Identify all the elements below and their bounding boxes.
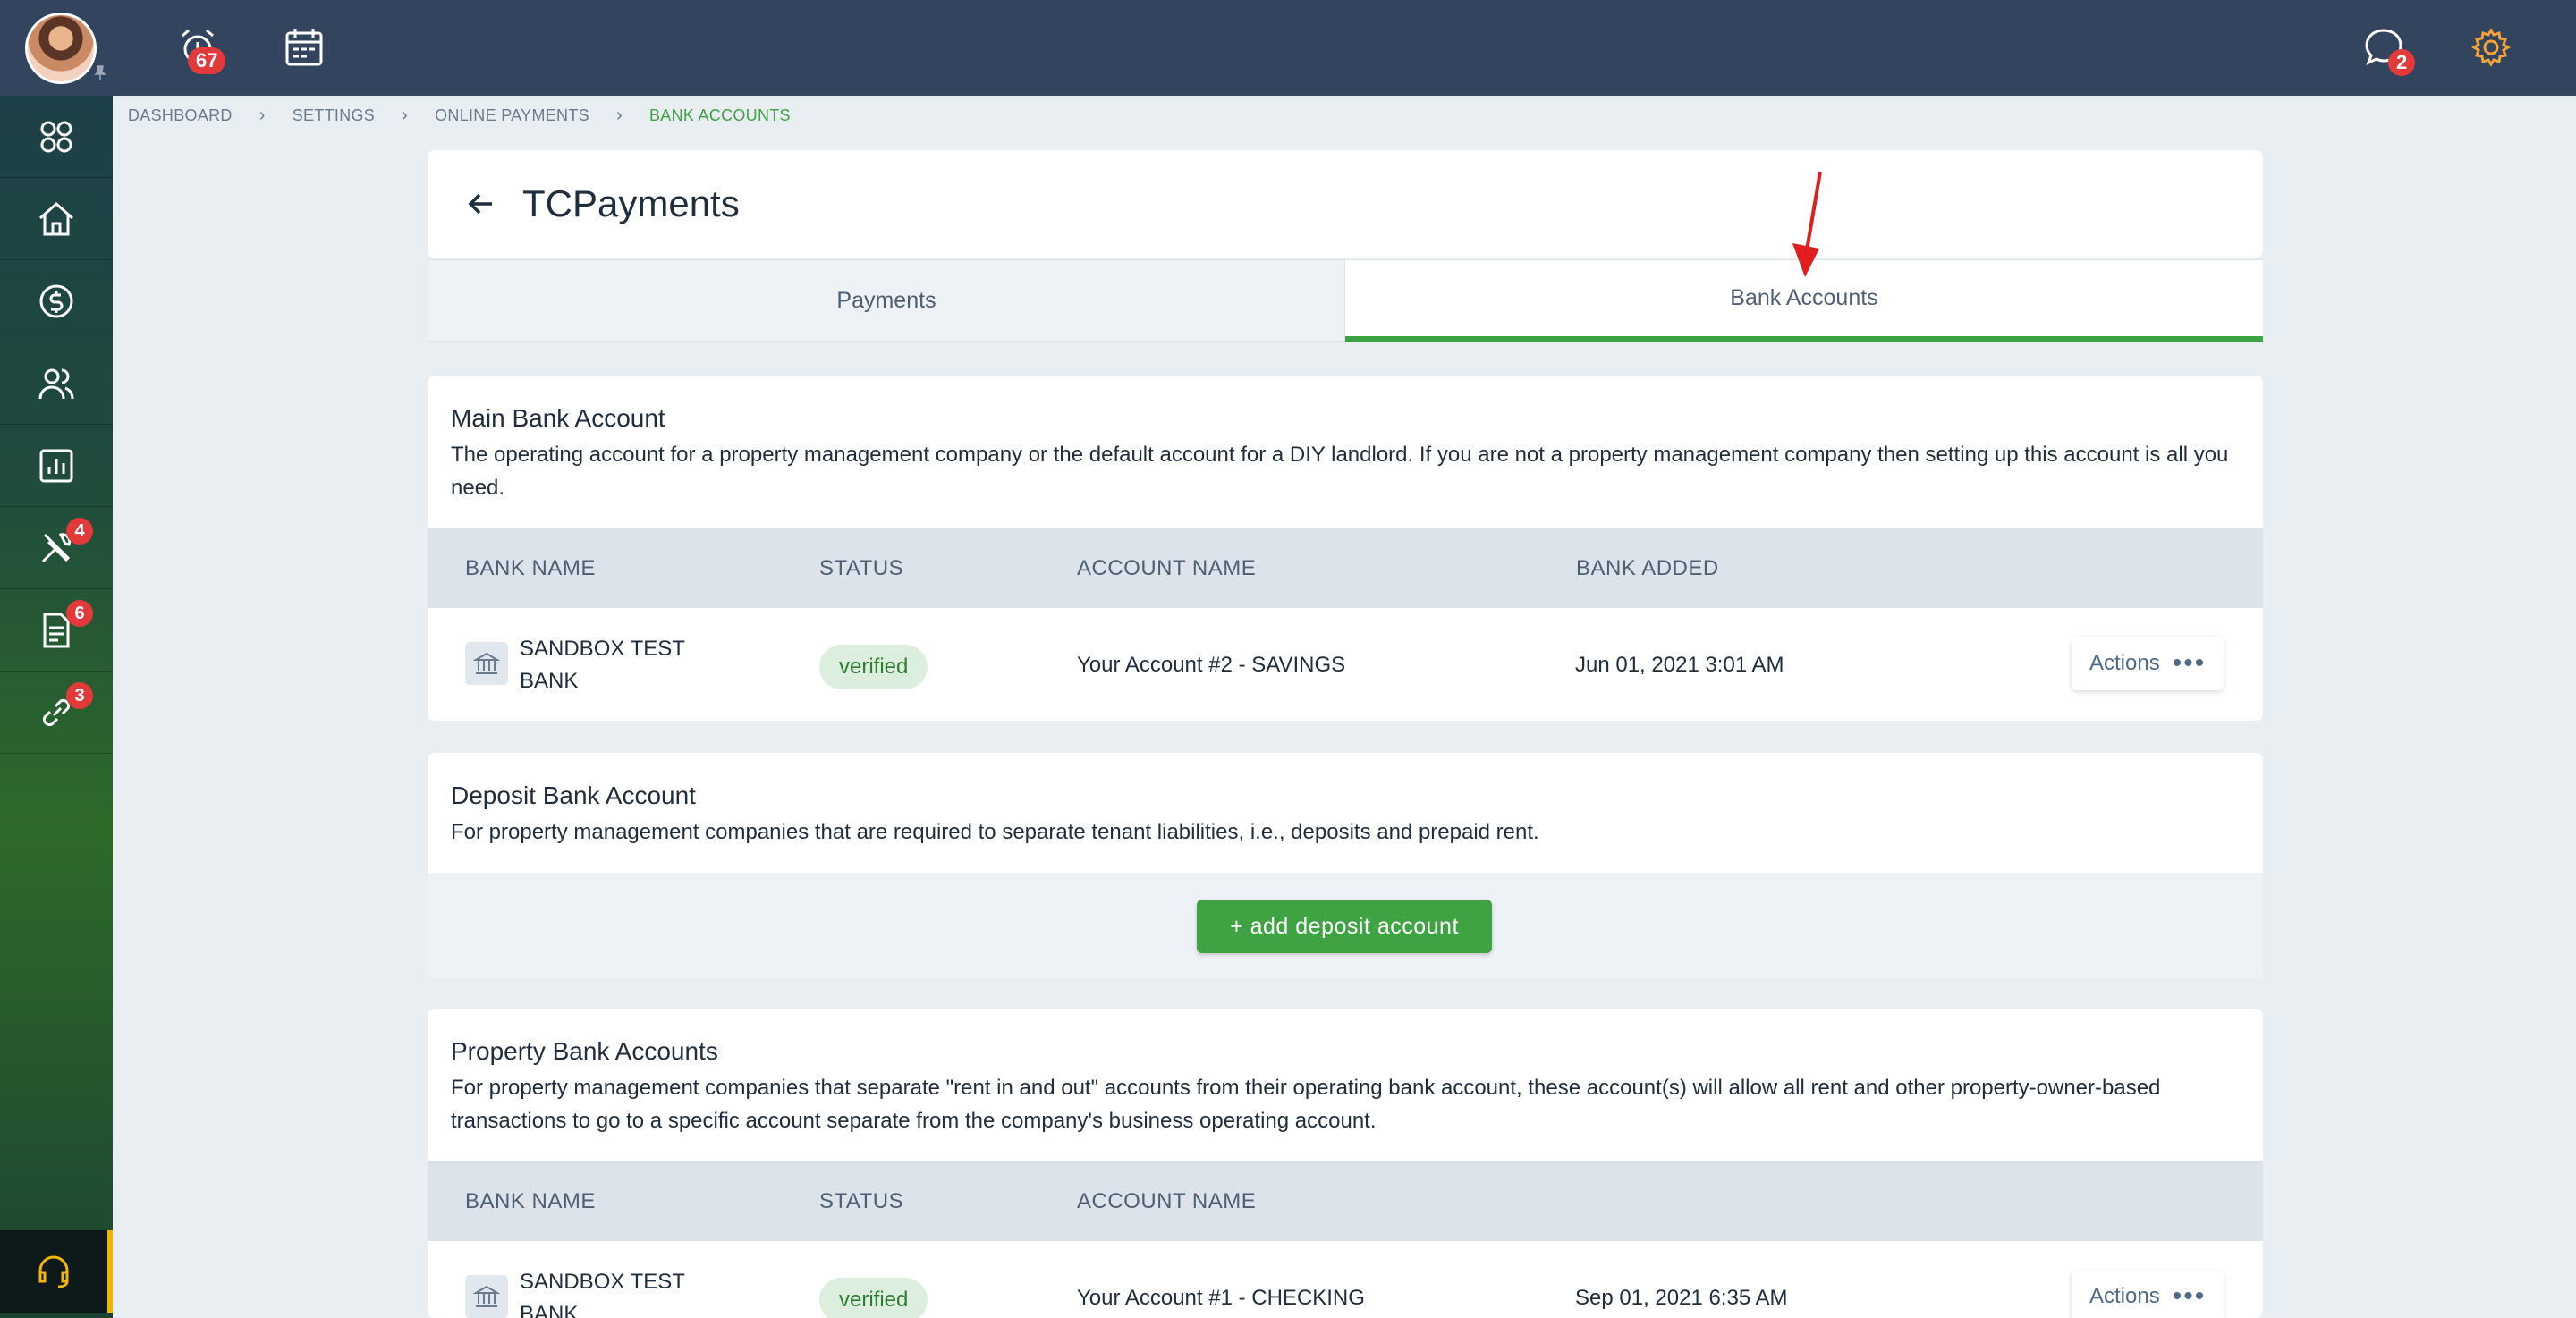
column-header[interactable]: STATUS bbox=[819, 556, 903, 581]
messages-badge: 2 bbox=[2388, 49, 2416, 76]
section-description: For property management companies that s… bbox=[451, 1076, 2161, 1133]
sidebar-item-maintenance[interactable]: 4 bbox=[0, 507, 113, 589]
table-row: SANDBOX TEST BANK verified Your Account … bbox=[428, 608, 2263, 719]
deposit-action-bar: + add deposit account bbox=[428, 873, 2263, 978]
sidebar-item-home[interactable] bbox=[0, 178, 113, 260]
alarm-icon[interactable]: 67 bbox=[175, 25, 226, 74]
breadcrumb-settings[interactable]: SETTINGS bbox=[292, 106, 375, 125]
actions-label: Actions bbox=[2089, 651, 2160, 675]
more-dots-icon: ••• bbox=[2172, 648, 2207, 678]
main-bank-account-section: Main Bank Account The operating account … bbox=[428, 376, 2263, 721]
tab-bar: Payments Bank Accounts bbox=[428, 259, 2263, 342]
headset-icon bbox=[38, 1255, 69, 1288]
section-description: For property management companies that a… bbox=[451, 820, 1539, 844]
property-bank-accounts-section: Property Bank Accounts For property mana… bbox=[428, 1009, 2263, 1318]
column-header[interactable]: BANK ADDED bbox=[1576, 556, 1719, 581]
deposit-bank-account-section: Deposit Bank Account For property manage… bbox=[428, 753, 2263, 978]
account-name: Your Account #1 - CHECKING bbox=[1077, 1286, 1365, 1310]
column-header[interactable]: BANK NAME bbox=[465, 556, 596, 581]
actions-button[interactable]: Actions ••• bbox=[2072, 637, 2224, 690]
bank-name: SANDBOX TEST BANK bbox=[520, 637, 685, 693]
annotation-arrow bbox=[1792, 171, 1822, 277]
back-arrow-icon[interactable] bbox=[463, 186, 499, 222]
gear-icon[interactable] bbox=[2469, 25, 2513, 70]
more-dots-icon: ••• bbox=[2172, 1281, 2207, 1311]
bank-added: Sep 01, 2021 6:35 AM bbox=[1575, 1286, 1788, 1310]
bank-icon bbox=[465, 1275, 508, 1318]
calendar-icon[interactable] bbox=[282, 25, 326, 70]
sidebar-item-links[interactable]: 3 bbox=[0, 672, 113, 754]
sidebar-item-documents[interactable]: 6 bbox=[0, 589, 113, 672]
sidebar-item-apps[interactable] bbox=[0, 96, 113, 178]
table-header: BANK NAME STATUS ACCOUNT NAME bbox=[428, 1161, 2263, 1241]
chevron-right-icon: › bbox=[258, 106, 266, 125]
column-header[interactable]: BANK NAME bbox=[465, 1189, 596, 1214]
breadcrumb-bank-accounts: BANK ACCOUNTS bbox=[648, 106, 791, 124]
user-avatar[interactable] bbox=[25, 13, 97, 84]
dollar-circle-icon bbox=[39, 284, 73, 317]
links-badge: 3 bbox=[66, 682, 93, 709]
table-header: BANK NAME STATUS ACCOUNT NAME BANK ADDED bbox=[428, 528, 2263, 608]
sidebar: 4 6 3 bbox=[0, 96, 113, 1318]
home-icon bbox=[39, 201, 73, 235]
breadcrumb: DASHBOARD › SETTINGS › ONLINE PAYMENTS ›… bbox=[128, 106, 791, 126]
bank-icon bbox=[465, 642, 508, 685]
account-name: Your Account #2 - SAVINGS bbox=[1077, 653, 1346, 677]
chevron-right-icon: › bbox=[402, 106, 409, 125]
alerts-badge: 67 bbox=[188, 47, 226, 74]
table-row: SANDBOX TEST BANK verified Your Account … bbox=[428, 1241, 2263, 1318]
section-title: Property Bank Accounts bbox=[451, 1037, 718, 1065]
maintenance-badge: 4 bbox=[66, 518, 93, 545]
page-title: TCPayments bbox=[522, 182, 740, 224]
people-icon bbox=[38, 368, 74, 399]
chat-icon[interactable]: 2 bbox=[2361, 25, 2416, 76]
tab-payments[interactable]: Payments bbox=[428, 259, 1345, 342]
chevron-right-icon: › bbox=[615, 106, 623, 125]
sidebar-item-people[interactable] bbox=[0, 342, 113, 425]
status-badge: verified bbox=[819, 645, 928, 689]
column-header[interactable]: ACCOUNT NAME bbox=[1077, 556, 1256, 581]
pin-icon[interactable] bbox=[91, 64, 109, 82]
sidebar-item-reports[interactable] bbox=[0, 425, 113, 507]
section-title: Main Bank Account bbox=[451, 404, 665, 432]
page-header: TCPayments bbox=[428, 150, 2263, 258]
breadcrumb-dashboard[interactable]: DASHBOARD bbox=[128, 106, 233, 125]
sidebar-item-payments[interactable] bbox=[0, 260, 113, 342]
actions-label: Actions bbox=[2089, 1284, 2160, 1308]
column-header[interactable]: STATUS bbox=[819, 1189, 903, 1214]
documents-badge: 6 bbox=[66, 600, 93, 627]
bank-added: Jun 01, 2021 3:01 AM bbox=[1575, 653, 1784, 677]
top-bar: 67 2 bbox=[0, 0, 2576, 96]
section-title: Deposit Bank Account bbox=[451, 782, 696, 809]
actions-button[interactable]: Actions ••• bbox=[2072, 1270, 2224, 1318]
apps-icon bbox=[40, 121, 72, 152]
support-button[interactable] bbox=[0, 1230, 113, 1313]
bank-name: SANDBOX TEST BANK bbox=[520, 1270, 685, 1318]
chart-icon bbox=[39, 449, 73, 482]
add-deposit-account-button[interactable]: + add deposit account bbox=[1197, 900, 1492, 953]
section-description: The operating account for a property man… bbox=[451, 443, 2229, 500]
status-badge: verified bbox=[819, 1278, 928, 1318]
breadcrumb-online-payments[interactable]: ONLINE PAYMENTS bbox=[435, 106, 589, 125]
column-header[interactable]: ACCOUNT NAME bbox=[1077, 1189, 1256, 1214]
